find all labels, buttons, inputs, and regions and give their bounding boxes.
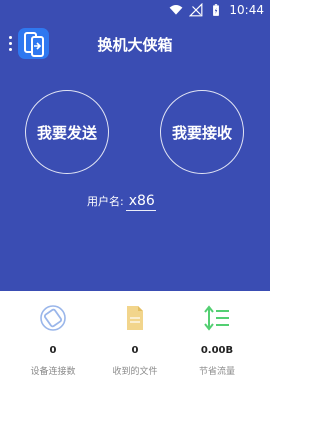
app-title: 换机大侠箱	[97, 36, 173, 54]
receive-button-label: 我要接收	[171, 123, 232, 142]
stat-files: 0 收到的文件	[90, 303, 180, 377]
status-bar: 10:44	[0, 0, 270, 24]
battery-icon	[213, 4, 220, 16]
device-rotate-icon	[40, 305, 66, 331]
username-value[interactable]: x86	[125, 193, 156, 211]
send-button-label: 我要发送	[36, 123, 97, 142]
stats-panel: 0 设备连接数 0 收到的文件 0.00B 节省流量	[0, 291, 270, 439]
stat-devices-value: 0	[49, 345, 57, 356]
wifi-icon	[169, 5, 183, 15]
stat-traffic-value: 0.00B	[200, 345, 234, 356]
stat-traffic: 0.00B 节省流量	[172, 303, 262, 377]
traffic-sort-icon	[204, 305, 229, 331]
hero-panel: 10:44 换机大侠箱 我要发送 我要接收 用户名: x86	[0, 0, 270, 291]
app-bar: 换机大侠箱	[0, 26, 270, 66]
receive-button[interactable]: 我要接收	[160, 90, 244, 174]
username-label: 用户名:	[87, 195, 124, 208]
stat-files-value: 0	[131, 345, 139, 356]
file-icon	[127, 306, 143, 330]
username-row: 用户名: x86	[87, 193, 156, 211]
stat-devices-label: 设备连接数	[30, 367, 76, 377]
stat-devices: 0 设备连接数	[8, 303, 98, 377]
signal-icon	[189, 3, 203, 17]
stat-traffic-label: 节省流量	[198, 367, 235, 377]
status-time: 10:44	[229, 3, 264, 17]
stat-files-label: 收到的文件	[112, 367, 158, 377]
send-button[interactable]: 我要发送	[25, 90, 109, 174]
